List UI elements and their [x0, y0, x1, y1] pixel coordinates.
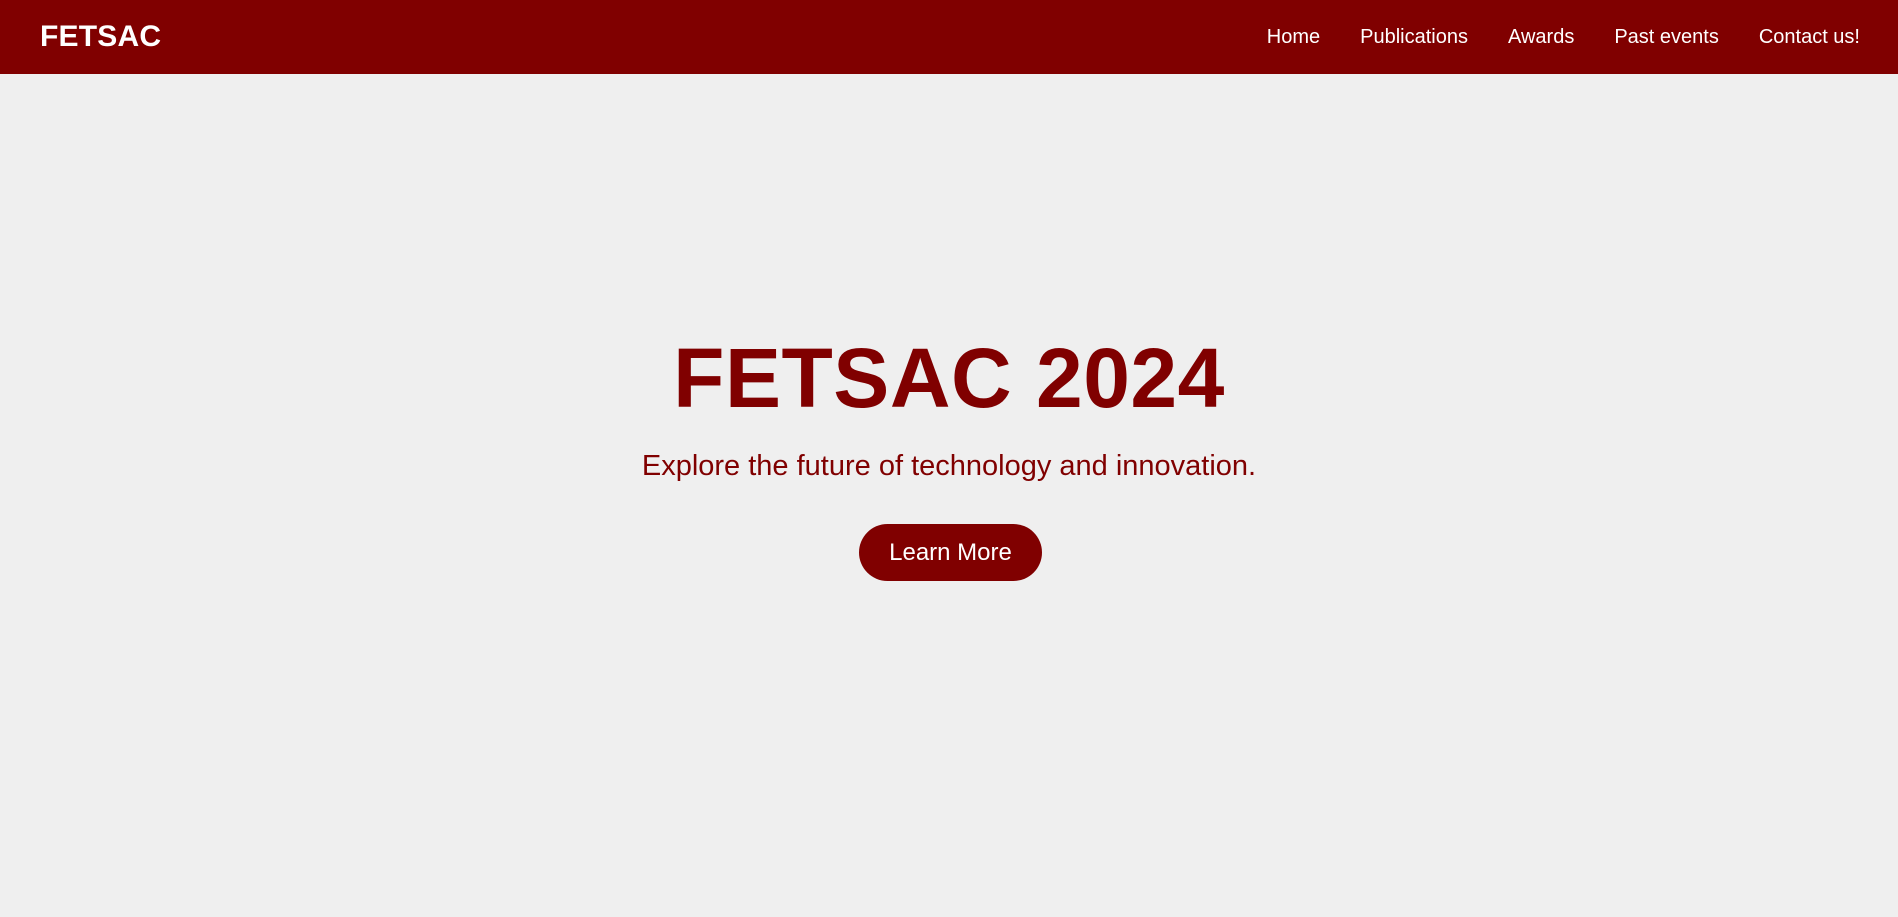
brand-logo[interactable]: FETSAC — [40, 0, 161, 74]
top-navbar: FETSAC Home Publications Awards Past eve… — [0, 0, 1898, 74]
nav-link-contact[interactable]: Contact us! — [1759, 26, 1860, 49]
hero-title: FETSAC 2024 — [673, 331, 1225, 425]
nav-link-publications[interactable]: Publications — [1360, 26, 1468, 49]
nav-link-awards[interactable]: Awards — [1508, 26, 1574, 49]
learn-more-button[interactable]: Learn More — [859, 524, 1042, 581]
hero-section: FETSAC 2024 Explore the future of techno… — [0, 74, 1898, 917]
hero-subtitle: Explore the future of technology and inn… — [641, 450, 1257, 482]
nav-link-past-events[interactable]: Past events — [1614, 26, 1719, 49]
nav-link-home[interactable]: Home — [1267, 26, 1320, 49]
main-nav: Home Publications Awards Past events Con… — [1267, 0, 1860, 74]
